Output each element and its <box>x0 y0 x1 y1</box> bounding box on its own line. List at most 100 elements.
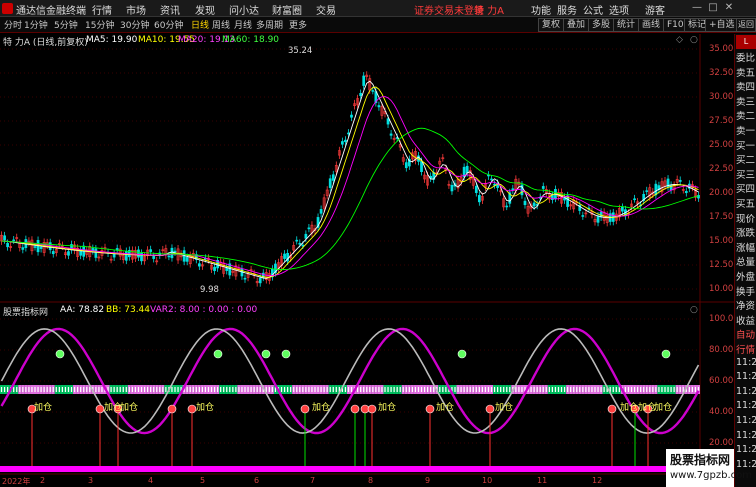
menu-ask[interactable]: 问小达 <box>229 2 259 17</box>
adjust-button[interactable]: 复权 <box>538 18 565 32</box>
candle-body <box>347 132 350 135</box>
period-5min[interactable]: 5分钟 <box>54 18 78 31</box>
back-button[interactable]: 返回 <box>736 18 756 32</box>
menu-wealth[interactable]: 财富圈 <box>272 2 302 17</box>
side-panel-item[interactable]: 11:26 <box>736 371 756 382</box>
band-tick <box>408 387 410 392</box>
menu-discover[interactable]: 发现 <box>195 2 215 17</box>
period-monthly[interactable]: 月线 <box>234 18 252 31</box>
band-tick <box>55 387 57 392</box>
band-tick <box>80 387 82 392</box>
side-panel-item[interactable]: 卖三 <box>736 94 755 108</box>
side-panel-item[interactable]: 净资 <box>736 298 755 312</box>
band-tick <box>484 387 487 392</box>
band-tick <box>61 387 63 392</box>
candle-body <box>633 198 636 201</box>
band-tick <box>643 387 645 392</box>
side-panel-item[interactable]: 委比 <box>736 50 755 64</box>
menu-news[interactable]: 资讯 <box>160 2 180 17</box>
band-tick <box>369 387 371 392</box>
band-tick <box>86 387 88 392</box>
multi-stock-button[interactable]: 多股 <box>588 18 615 32</box>
user-label[interactable]: 游客 <box>645 2 665 17</box>
side-panel-item[interactable]: 卖一 <box>736 123 755 137</box>
maximize-icon[interactable]: □ <box>706 1 720 15</box>
menu-trade[interactable]: 交易 <box>316 2 336 17</box>
side-panel-item[interactable]: 买三 <box>736 167 755 181</box>
band-tick <box>646 387 648 392</box>
side-panel-item[interactable]: 11:26 <box>736 400 756 411</box>
band-tick <box>223 387 225 392</box>
period-intraday[interactable]: 分时 <box>4 18 22 31</box>
period-1min[interactable]: 1分钟 <box>24 18 48 31</box>
band-tick <box>597 387 599 392</box>
side-panel-item[interactable]: 买四 <box>736 181 755 195</box>
side-panel-item[interactable]: 涨幅 <box>736 240 755 254</box>
candle-body <box>490 178 493 181</box>
period-more[interactable]: 更多 <box>289 18 307 31</box>
minimize-icon[interactable]: — <box>690 1 704 15</box>
band-tick <box>256 387 258 392</box>
side-panel-item[interactable]: 外盘 <box>736 269 755 283</box>
side-panel-item[interactable]: 卖四 <box>736 79 755 93</box>
side-panel-item[interactable]: 11:26 <box>736 386 756 397</box>
side-panel-item[interactable]: 买二 <box>736 152 755 166</box>
candle-body <box>596 215 600 223</box>
band-tick <box>198 387 200 392</box>
band-tick <box>460 387 462 392</box>
band-tick <box>28 387 30 392</box>
date-tick: 4 <box>148 476 154 485</box>
side-panel-item[interactable]: 收益 <box>736 313 755 327</box>
close-icon[interactable]: ✕ <box>722 1 736 15</box>
candle-body <box>389 133 393 136</box>
side-panel-item[interactable]: 换手 <box>736 284 755 298</box>
side-panel-item[interactable]: 卖五 <box>736 65 755 79</box>
side-panel-item[interactable]: 涨跌 <box>736 225 755 239</box>
draw-line-button[interactable]: 画线 <box>638 18 665 32</box>
menu-quotes[interactable]: 行情 <box>92 2 112 17</box>
menu-market[interactable]: 市场 <box>126 2 146 17</box>
band-tick <box>332 387 334 392</box>
period-weekly[interactable]: 周线 <box>212 18 230 31</box>
indicator-tick: 20.00 <box>709 438 734 448</box>
side-panel-item[interactable]: 现价 <box>736 211 755 225</box>
side-panel-item[interactable]: 买一 <box>736 138 755 152</box>
side-panel-item[interactable]: 11:26 <box>736 444 756 455</box>
band-tick <box>150 387 152 392</box>
side-panel-item[interactable]: 买五 <box>736 196 755 210</box>
side-panel-item[interactable]: 11:26 <box>736 415 756 426</box>
band-tick <box>335 387 337 392</box>
menu-function[interactable]: 功能 <box>531 2 551 17</box>
band-tick <box>235 387 237 392</box>
side-panel-item[interactable]: 11:26 <box>736 357 756 368</box>
side-panel-item[interactable]: 卖二 <box>736 108 755 122</box>
date-tick: 10 <box>482 476 493 485</box>
side-panel-item[interactable]: 11:26 <box>736 430 756 441</box>
band-tick <box>658 387 660 392</box>
stock-chart[interactable] <box>0 34 734 487</box>
candle-body <box>541 186 545 189</box>
period-daily[interactable]: 日线 <box>191 18 209 31</box>
add-position-label: 加仓 <box>436 403 455 413</box>
period-60min[interactable]: 60分钟 <box>154 18 183 31</box>
overlay-button[interactable]: 叠加 <box>563 18 590 32</box>
candle-body <box>331 174 335 181</box>
band-tick <box>3 387 6 392</box>
menu-formula[interactable]: 公式 <box>583 2 603 17</box>
period-multi[interactable]: 多周期 <box>256 18 283 31</box>
menu-service[interactable]: 服务 <box>557 2 577 17</box>
side-panel-item[interactable]: 行情 <box>736 342 755 356</box>
level-badge[interactable]: L <box>736 35 756 49</box>
band-tick <box>393 387 395 392</box>
period-30min[interactable]: 30分钟 <box>120 18 149 31</box>
side-panel-item[interactable]: 总量 <box>736 254 755 268</box>
side-panel-item[interactable]: 11:26 <box>736 459 756 470</box>
side-panel-item[interactable]: 自动 <box>736 327 755 341</box>
menu-options[interactable]: 选项 <box>609 2 629 17</box>
band-tick <box>360 387 362 392</box>
stats-button[interactable]: 统计 <box>613 18 640 32</box>
add-watchlist-button[interactable]: +自选 <box>705 18 739 32</box>
period-15min[interactable]: 15分钟 <box>85 18 114 31</box>
candle-body <box>295 239 299 242</box>
band-tick <box>427 387 429 392</box>
